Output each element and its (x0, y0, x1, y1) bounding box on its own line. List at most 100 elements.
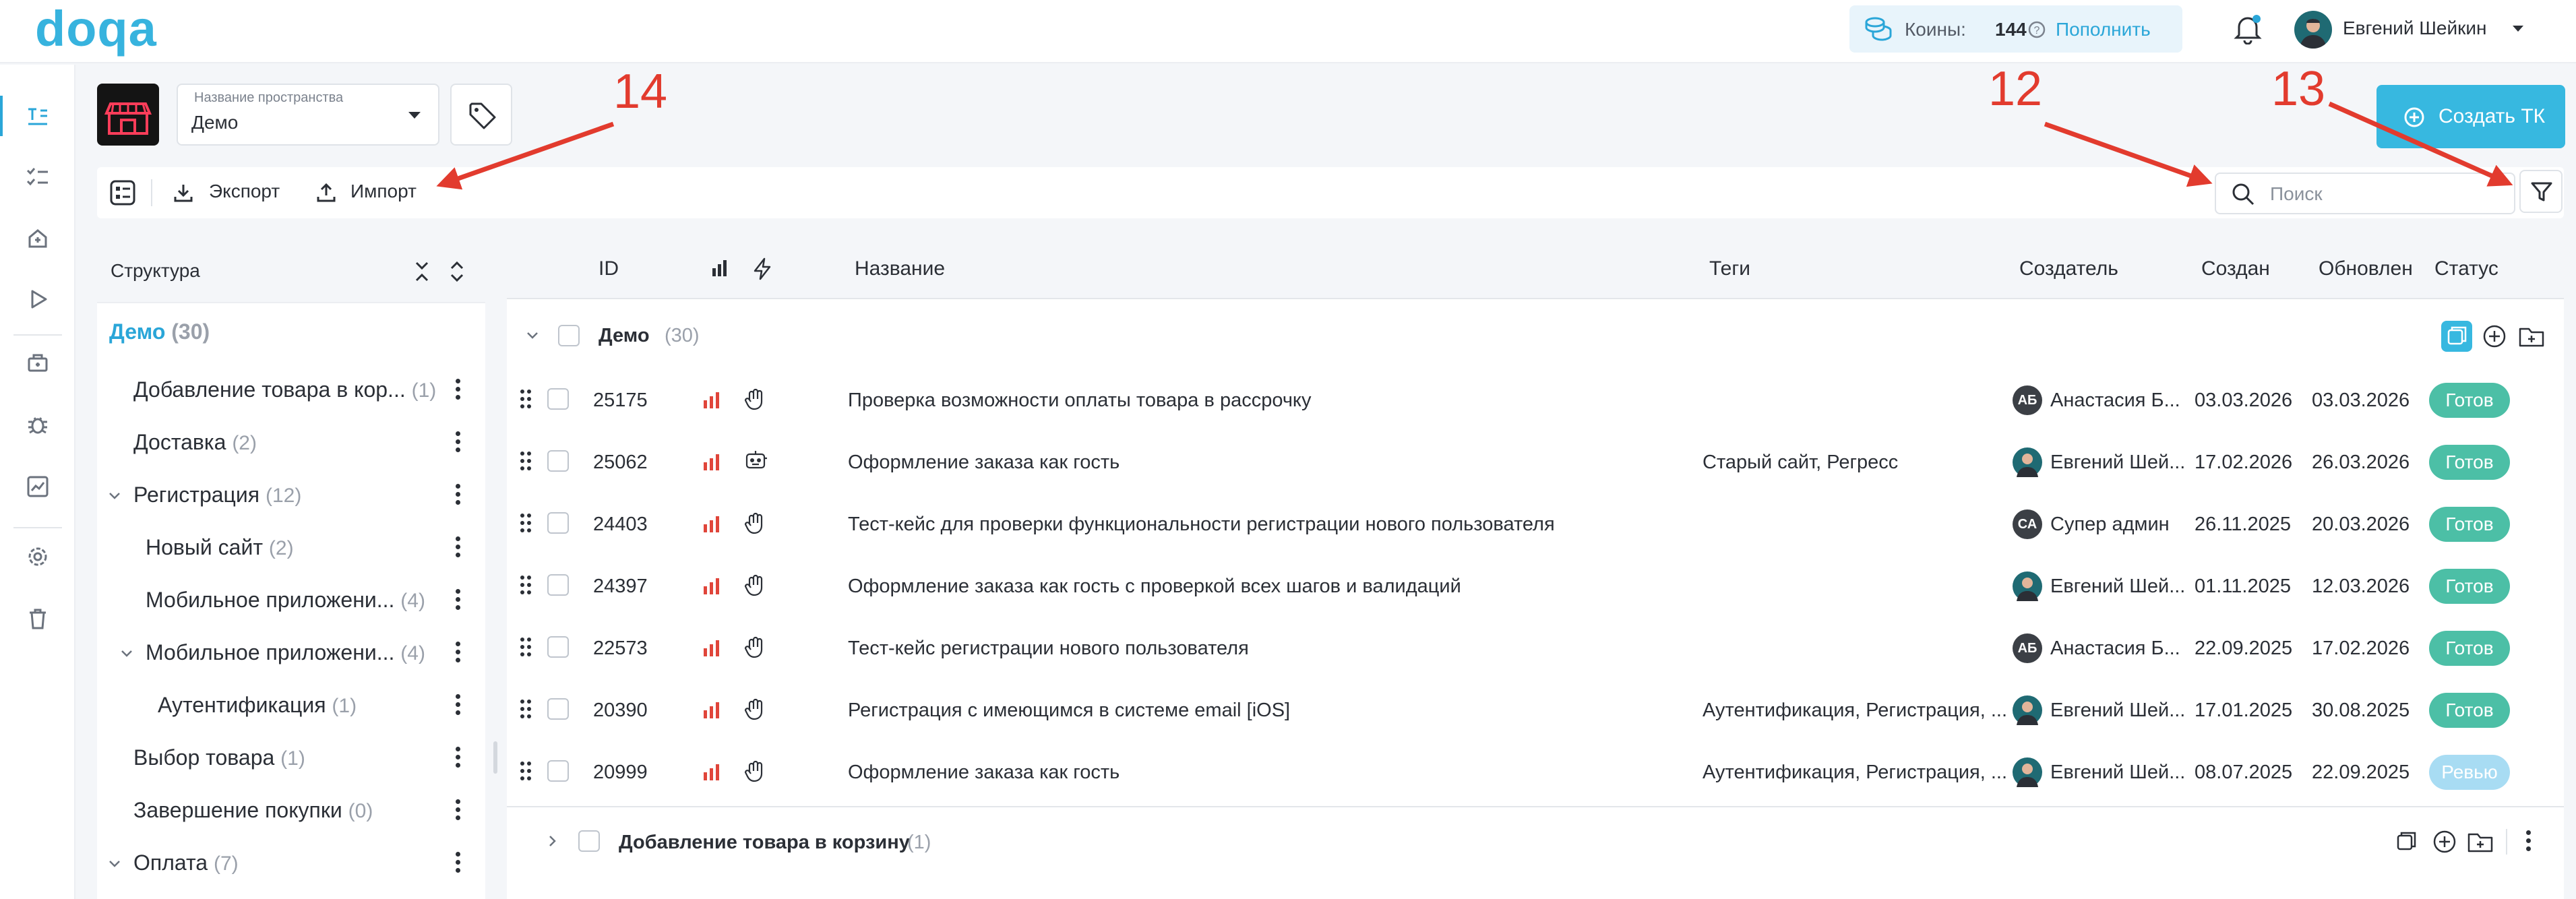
panel-resize-handle[interactable] (493, 741, 497, 774)
chevron-down-icon[interactable] (120, 647, 133, 660)
column-updated[interactable]: Обновлен (2319, 257, 2413, 280)
case-title[interactable]: Регистрация с имеющимся в системе email … (848, 700, 1290, 722)
table-row[interactable]: 20390 Регистрация с имеющимся в системе … (507, 679, 2564, 741)
status-badge[interactable]: Готов (2429, 507, 2510, 542)
table-row[interactable]: 20999 Оформление заказа как гость Аутент… (507, 741, 2564, 803)
case-title[interactable]: Оформление заказа как гость (848, 452, 1120, 474)
creator-avatar (2013, 695, 2042, 725)
kebab-menu-icon[interactable] (456, 536, 461, 559)
copy-to-icon[interactable] (2394, 829, 2420, 855)
tree-item[interactable]: Доставка (2) (97, 422, 474, 462)
case-title[interactable]: Тест-кейс регистрации нового пользовател… (848, 638, 1249, 660)
creator-avatar: АБ (2013, 385, 2042, 415)
status-badge[interactable]: Готов (2429, 569, 2510, 604)
chevron-down-icon[interactable] (526, 329, 539, 342)
tree-item[interactable]: Аутентификация (1) (97, 685, 474, 725)
column-status[interactable]: Статус (2434, 257, 2498, 280)
row-checkbox[interactable] (547, 388, 569, 410)
status-badge[interactable]: Ревью (2429, 755, 2510, 790)
kebab-menu-icon[interactable] (456, 431, 461, 454)
drag-handle-icon[interactable] (520, 514, 531, 532)
manual-hand-icon (744, 512, 767, 535)
status-badge[interactable]: Готов (2429, 693, 2510, 728)
creator-name: Анастасия Б... (2050, 390, 2180, 411)
drag-handle-icon[interactable] (520, 700, 531, 718)
subgroup-row[interactable]: Добавление товара в корзину (1) (507, 811, 2564, 873)
group-row[interactable]: Демо (30) (507, 305, 2564, 367)
tree-item[interactable]: Регистрация (12) (97, 474, 474, 515)
tree-item-count: (2) (232, 432, 257, 454)
expand-all-icon[interactable] (449, 260, 465, 283)
tree-item[interactable]: Оплата (7) (97, 842, 474, 883)
kebab-menu-icon[interactable] (456, 747, 461, 770)
drag-handle-icon[interactable] (520, 390, 531, 408)
add-folder-icon[interactable] (2467, 829, 2494, 855)
status-badge[interactable]: Готов (2429, 383, 2510, 418)
tree-item[interactable]: Добавление товара в кор... (1) (97, 369, 474, 410)
kebab-menu-icon[interactable] (456, 484, 461, 507)
drag-handle-icon[interactable] (520, 762, 531, 780)
kebab-menu-icon[interactable] (456, 852, 461, 875)
tree-root[interactable]: Демо (30) (109, 319, 210, 344)
table-row[interactable]: 24397 Оформление заказа как гость с пров… (507, 555, 2564, 617)
tree-item[interactable]: Новый сайт (2) (97, 527, 474, 567)
case-id: 24397 (593, 576, 648, 597)
drag-handle-icon[interactable] (520, 638, 531, 656)
add-case-icon[interactable] (2432, 829, 2457, 855)
kebab-menu-icon[interactable] (456, 589, 461, 612)
automation-column-icon[interactable] (752, 257, 772, 280)
case-id: 25175 (593, 390, 648, 411)
kebab-menu-icon[interactable] (456, 799, 461, 822)
kebab-menu-icon[interactable] (456, 694, 461, 717)
drag-handle-icon[interactable] (520, 576, 531, 594)
structure-header: Структура (97, 241, 485, 303)
table-row[interactable]: 24403 Тест-кейс для проверки функциональ… (507, 493, 2564, 555)
tree-item-count: (1) (411, 379, 437, 402)
priority-column-icon[interactable] (710, 259, 729, 278)
column-creator[interactable]: Создатель (2019, 257, 2118, 280)
row-checkbox[interactable] (547, 574, 569, 596)
status-badge[interactable]: Готов (2429, 445, 2510, 480)
tree-item[interactable]: Мобильное приложени... (4) (97, 580, 474, 620)
row-checkbox[interactable] (547, 636, 569, 658)
row-checkbox[interactable] (547, 512, 569, 534)
drag-handle-icon[interactable] (520, 452, 531, 470)
case-title[interactable]: Проверка возможности оплаты товара в рас… (848, 390, 1311, 412)
tree-item[interactable]: Мобильное приложени... (4) (97, 632, 474, 673)
created-date: 22.09.2025 (2195, 638, 2293, 659)
case-title[interactable]: Оформление заказа как гость (848, 762, 1120, 784)
add-folder-icon[interactable] (2518, 323, 2545, 349)
tree-item-name: Оплата (133, 850, 208, 875)
row-checkbox[interactable] (547, 760, 569, 782)
chevron-down-icon[interactable] (108, 857, 121, 871)
kebab-menu-icon[interactable] (456, 642, 461, 664)
column-id[interactable]: ID (599, 257, 619, 280)
kebab-menu-icon[interactable] (2526, 830, 2532, 853)
status-badge[interactable]: Готов (2429, 631, 2510, 666)
group-checkbox[interactable] (558, 325, 580, 346)
tree-item[interactable]: Выбор товара (1) (97, 737, 474, 778)
row-checkbox[interactable] (547, 698, 569, 720)
tree-item[interactable]: Завершение покупки (0) (97, 790, 474, 830)
subgroup-checkbox[interactable] (578, 830, 600, 852)
copy-to-icon[interactable] (2441, 321, 2472, 352)
table-row[interactable]: 25062 Оформление заказа как гость Старый… (507, 431, 2564, 493)
tree-item-count: (4) (400, 590, 425, 612)
case-title[interactable]: Оформление заказа как гость с проверкой … (848, 576, 1461, 598)
column-created[interactable]: Создан (2201, 257, 2270, 280)
collapse-all-icon[interactable] (414, 260, 430, 283)
row-checkbox[interactable] (547, 450, 569, 472)
chevron-right-icon[interactable] (546, 834, 559, 848)
add-case-icon[interactable] (2482, 323, 2507, 349)
table-row[interactable]: 22573 Тест-кейс регистрации нового польз… (507, 617, 2564, 679)
column-tags[interactable]: Теги (1709, 257, 1750, 280)
tree-item-name: Доставка (133, 430, 226, 454)
kebab-menu-icon[interactable] (456, 379, 461, 402)
updated-date: 22.09.2025 (2312, 762, 2410, 783)
column-name[interactable]: Название (855, 257, 945, 280)
table-row[interactable]: 25175 Проверка возможности оплаты товара… (507, 369, 2564, 431)
creator-avatar (2013, 571, 2042, 601)
chevron-down-icon[interactable] (108, 489, 121, 503)
tree-item-count: (12) (265, 485, 302, 507)
case-title[interactable]: Тест-кейс для проверки функциональности … (848, 514, 1555, 536)
